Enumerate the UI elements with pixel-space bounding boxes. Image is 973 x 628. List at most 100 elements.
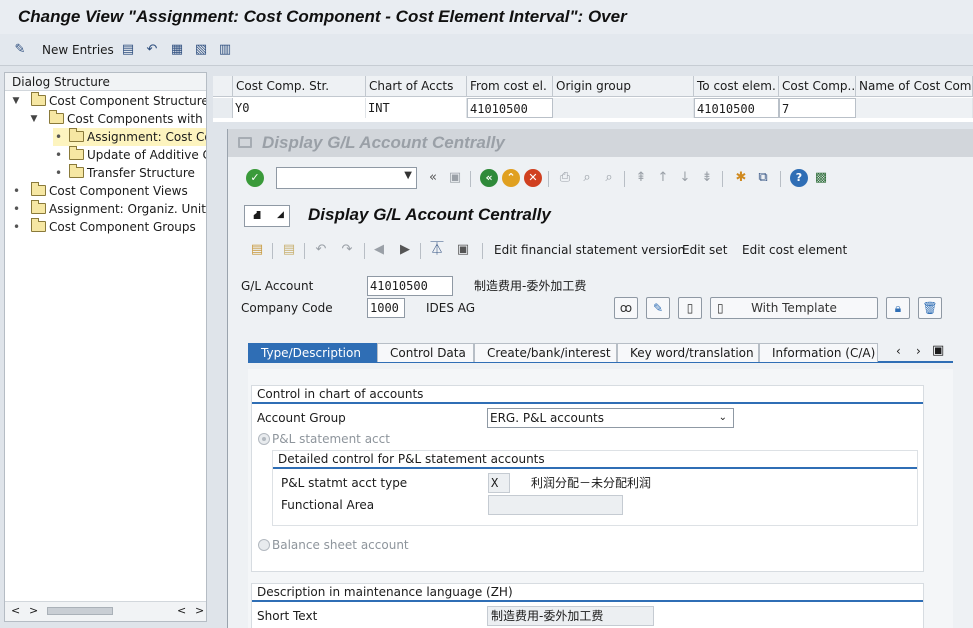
scroll-left-icon[interactable]: < bbox=[177, 604, 186, 617]
copy-as-icon[interactable]: ▤ bbox=[120, 42, 136, 58]
undo-icon[interactable]: ↶ bbox=[144, 42, 160, 58]
column-header[interactable]: From cost el. bbox=[467, 76, 553, 97]
tree-item-cost-component-structure[interactable]: ▼ Cost Component Structure bbox=[11, 92, 206, 110]
tab-scroll-right-icon[interactable]: › bbox=[916, 344, 921, 358]
chevron-down-icon[interactable]: ⌄ bbox=[719, 409, 727, 427]
panel-splitter[interactable] bbox=[207, 72, 211, 622]
next-page-icon[interactable]: ↓ bbox=[676, 169, 694, 187]
previous-icon[interactable]: ◀ bbox=[370, 241, 388, 259]
enter-check-icon[interactable]: ✓ bbox=[246, 169, 264, 187]
pencil-icon[interactable]: ✎ bbox=[646, 297, 670, 319]
table-cell[interactable]: 41010500 bbox=[467, 98, 553, 118]
scroll-right-icon[interactable]: > bbox=[195, 604, 204, 617]
expand-arrow-icon[interactable]: ▼ bbox=[29, 110, 39, 128]
find-icon[interactable]: ⌕ bbox=[578, 169, 596, 187]
table-cell[interactable]: 7 bbox=[779, 98, 856, 118]
separator bbox=[722, 171, 723, 187]
select-block-icon[interactable]: ▧ bbox=[193, 42, 209, 58]
column-header[interactable]: Chart of Accts bbox=[366, 76, 467, 97]
next-icon[interactable]: ▶ bbox=[396, 241, 414, 259]
tab-list-icon[interactable]: ▣ bbox=[932, 343, 944, 358]
save-icon[interactable]: ▣ bbox=[446, 169, 464, 187]
tab-create-bank-interest[interactable]: Create/bank/interest bbox=[474, 343, 617, 362]
company-code-field[interactable]: 1000 bbox=[367, 298, 405, 318]
table-cell[interactable]: 41010500 bbox=[694, 98, 779, 118]
shortcut-icon[interactable]: ⧉ bbox=[754, 169, 772, 187]
print-icon[interactable]: ⎙ bbox=[556, 169, 574, 187]
document-icon[interactable]: ▣ bbox=[454, 241, 472, 259]
separator bbox=[420, 243, 421, 259]
select-all-icon[interactable]: ▦ bbox=[169, 42, 185, 58]
gl-account-field[interactable]: 41010500 bbox=[367, 276, 453, 296]
find-next-icon[interactable]: ⌕ bbox=[600, 169, 618, 187]
table-cell[interactable] bbox=[553, 98, 694, 118]
with-template-button[interactable]: ▯ With Template bbox=[710, 297, 878, 319]
row-selector[interactable] bbox=[213, 98, 233, 118]
short-text-label: Short Text bbox=[257, 609, 318, 623]
layout-menu-icon[interactable]: ▩ bbox=[812, 169, 830, 187]
folder-icon bbox=[49, 110, 64, 124]
deselect-all-icon[interactable]: ▥ bbox=[217, 42, 233, 58]
cancel-icon[interactable]: ✕ bbox=[524, 169, 542, 187]
tree-item-assignment-cost-component[interactable]: • Assignment: Cost Com bbox=[53, 128, 206, 146]
table-cell[interactable]: Y0 bbox=[233, 98, 366, 118]
table-cell[interactable]: INT bbox=[366, 98, 467, 118]
undo-icon[interactable]: ↶ bbox=[312, 241, 330, 259]
command-field[interactable]: ▼ bbox=[276, 167, 417, 189]
scroll-left-icon[interactable]: < bbox=[11, 604, 20, 617]
redo-icon[interactable]: ↷ bbox=[338, 241, 356, 259]
exit-icon[interactable]: ⌃ bbox=[502, 169, 520, 187]
tree-item-cost-component-views[interactable]: • Cost Component Views bbox=[13, 182, 206, 200]
edit-cost-element-button[interactable]: Edit cost element bbox=[742, 242, 847, 258]
column-header[interactable]: Cost Comp. Str. bbox=[233, 76, 366, 97]
edit-set-button[interactable]: Edit set bbox=[682, 242, 727, 258]
create-document-icon[interactable]: ▯ bbox=[678, 297, 702, 319]
tree-item-cost-components-with-attributes[interactable]: ▼ Cost Components with At bbox=[29, 110, 206, 128]
first-page-icon[interactable]: ⇞ bbox=[632, 169, 650, 187]
tab-keyword-translation[interactable]: Key word/translation bbox=[617, 343, 759, 362]
lock-icon[interactable]: 🔒︎ bbox=[886, 297, 910, 319]
tree-item-transfer-structure[interactable]: • Transfer Structure bbox=[53, 164, 206, 182]
group-title: Description in maintenance language (ZH) bbox=[252, 584, 923, 602]
new-entries-button[interactable]: New Entries bbox=[42, 42, 114, 58]
balance-sheet-radio[interactable] bbox=[258, 539, 270, 551]
scroll-thumb[interactable] bbox=[47, 607, 113, 615]
scroll-right-icon[interactable]: > bbox=[29, 604, 38, 617]
edit-icon[interactable]: ▤ bbox=[280, 241, 298, 259]
new-session-icon[interactable]: ✱ bbox=[732, 169, 750, 187]
table-cell[interactable] bbox=[856, 98, 973, 118]
pl-type-field[interactable]: X bbox=[488, 473, 510, 493]
pl-statement-radio[interactable] bbox=[258, 433, 270, 445]
account-group-select[interactable]: ERG. P&L accounts ⌄ bbox=[487, 408, 734, 428]
tree-item-update-additive-costs[interactable]: • Update of Additive Co bbox=[53, 146, 206, 164]
tab-scroll-left-icon[interactable]: ‹ bbox=[896, 344, 901, 358]
column-header[interactable]: Cost Comp... bbox=[779, 76, 856, 97]
tab-information-ca[interactable]: Information (C/A) bbox=[759, 343, 878, 362]
functional-area-field[interactable] bbox=[488, 495, 623, 515]
column-header[interactable]: Origin group bbox=[553, 76, 694, 97]
expand-arrow-icon[interactable]: ▼ bbox=[11, 92, 21, 110]
tab-control-data[interactable]: Control Data bbox=[377, 343, 474, 362]
popup-title-bar[interactable]: Display G/L Account Centrally bbox=[228, 129, 973, 157]
where-used-icon[interactable]: ⏄ bbox=[428, 241, 446, 259]
help-icon[interactable]: ? bbox=[790, 169, 808, 187]
double-chevron-left-icon[interactable]: « bbox=[424, 169, 442, 187]
last-page-icon[interactable]: ⇟ bbox=[698, 169, 716, 187]
chevron-down-icon[interactable]: ▼ bbox=[404, 170, 412, 181]
trash-icon[interactable]: 🗑︎ bbox=[918, 297, 942, 319]
previous-page-icon[interactable]: ↑ bbox=[654, 169, 672, 187]
tree-item-cost-component-groups[interactable]: • Cost Component Groups bbox=[13, 218, 206, 236]
tree-horizontal-scrollbar[interactable]: < > < > bbox=[5, 601, 206, 621]
change-display-icon[interactable]: ✎ bbox=[12, 42, 28, 58]
back-icon[interactable]: « bbox=[480, 169, 498, 187]
display-glasses-icon[interactable]: ꝏ bbox=[614, 297, 638, 319]
table-corner[interactable] bbox=[213, 76, 233, 97]
column-header[interactable]: Name of Cost Comp. bbox=[856, 76, 973, 97]
column-header[interactable]: To cost elem. bbox=[694, 76, 779, 97]
screen-menu-button[interactable]: ⛘ ◢ bbox=[244, 205, 290, 227]
short-text-field[interactable]: 制造费用-委外加工费 bbox=[487, 606, 654, 626]
tab-type-description[interactable]: Type/Description bbox=[248, 343, 377, 362]
edit-fs-version-button[interactable]: Edit financial statement version bbox=[494, 242, 685, 258]
create-icon[interactable]: ▤ bbox=[248, 241, 266, 259]
tree-item-assignment-organiz-units[interactable]: • Assignment: Organiz. Units - bbox=[13, 200, 206, 218]
